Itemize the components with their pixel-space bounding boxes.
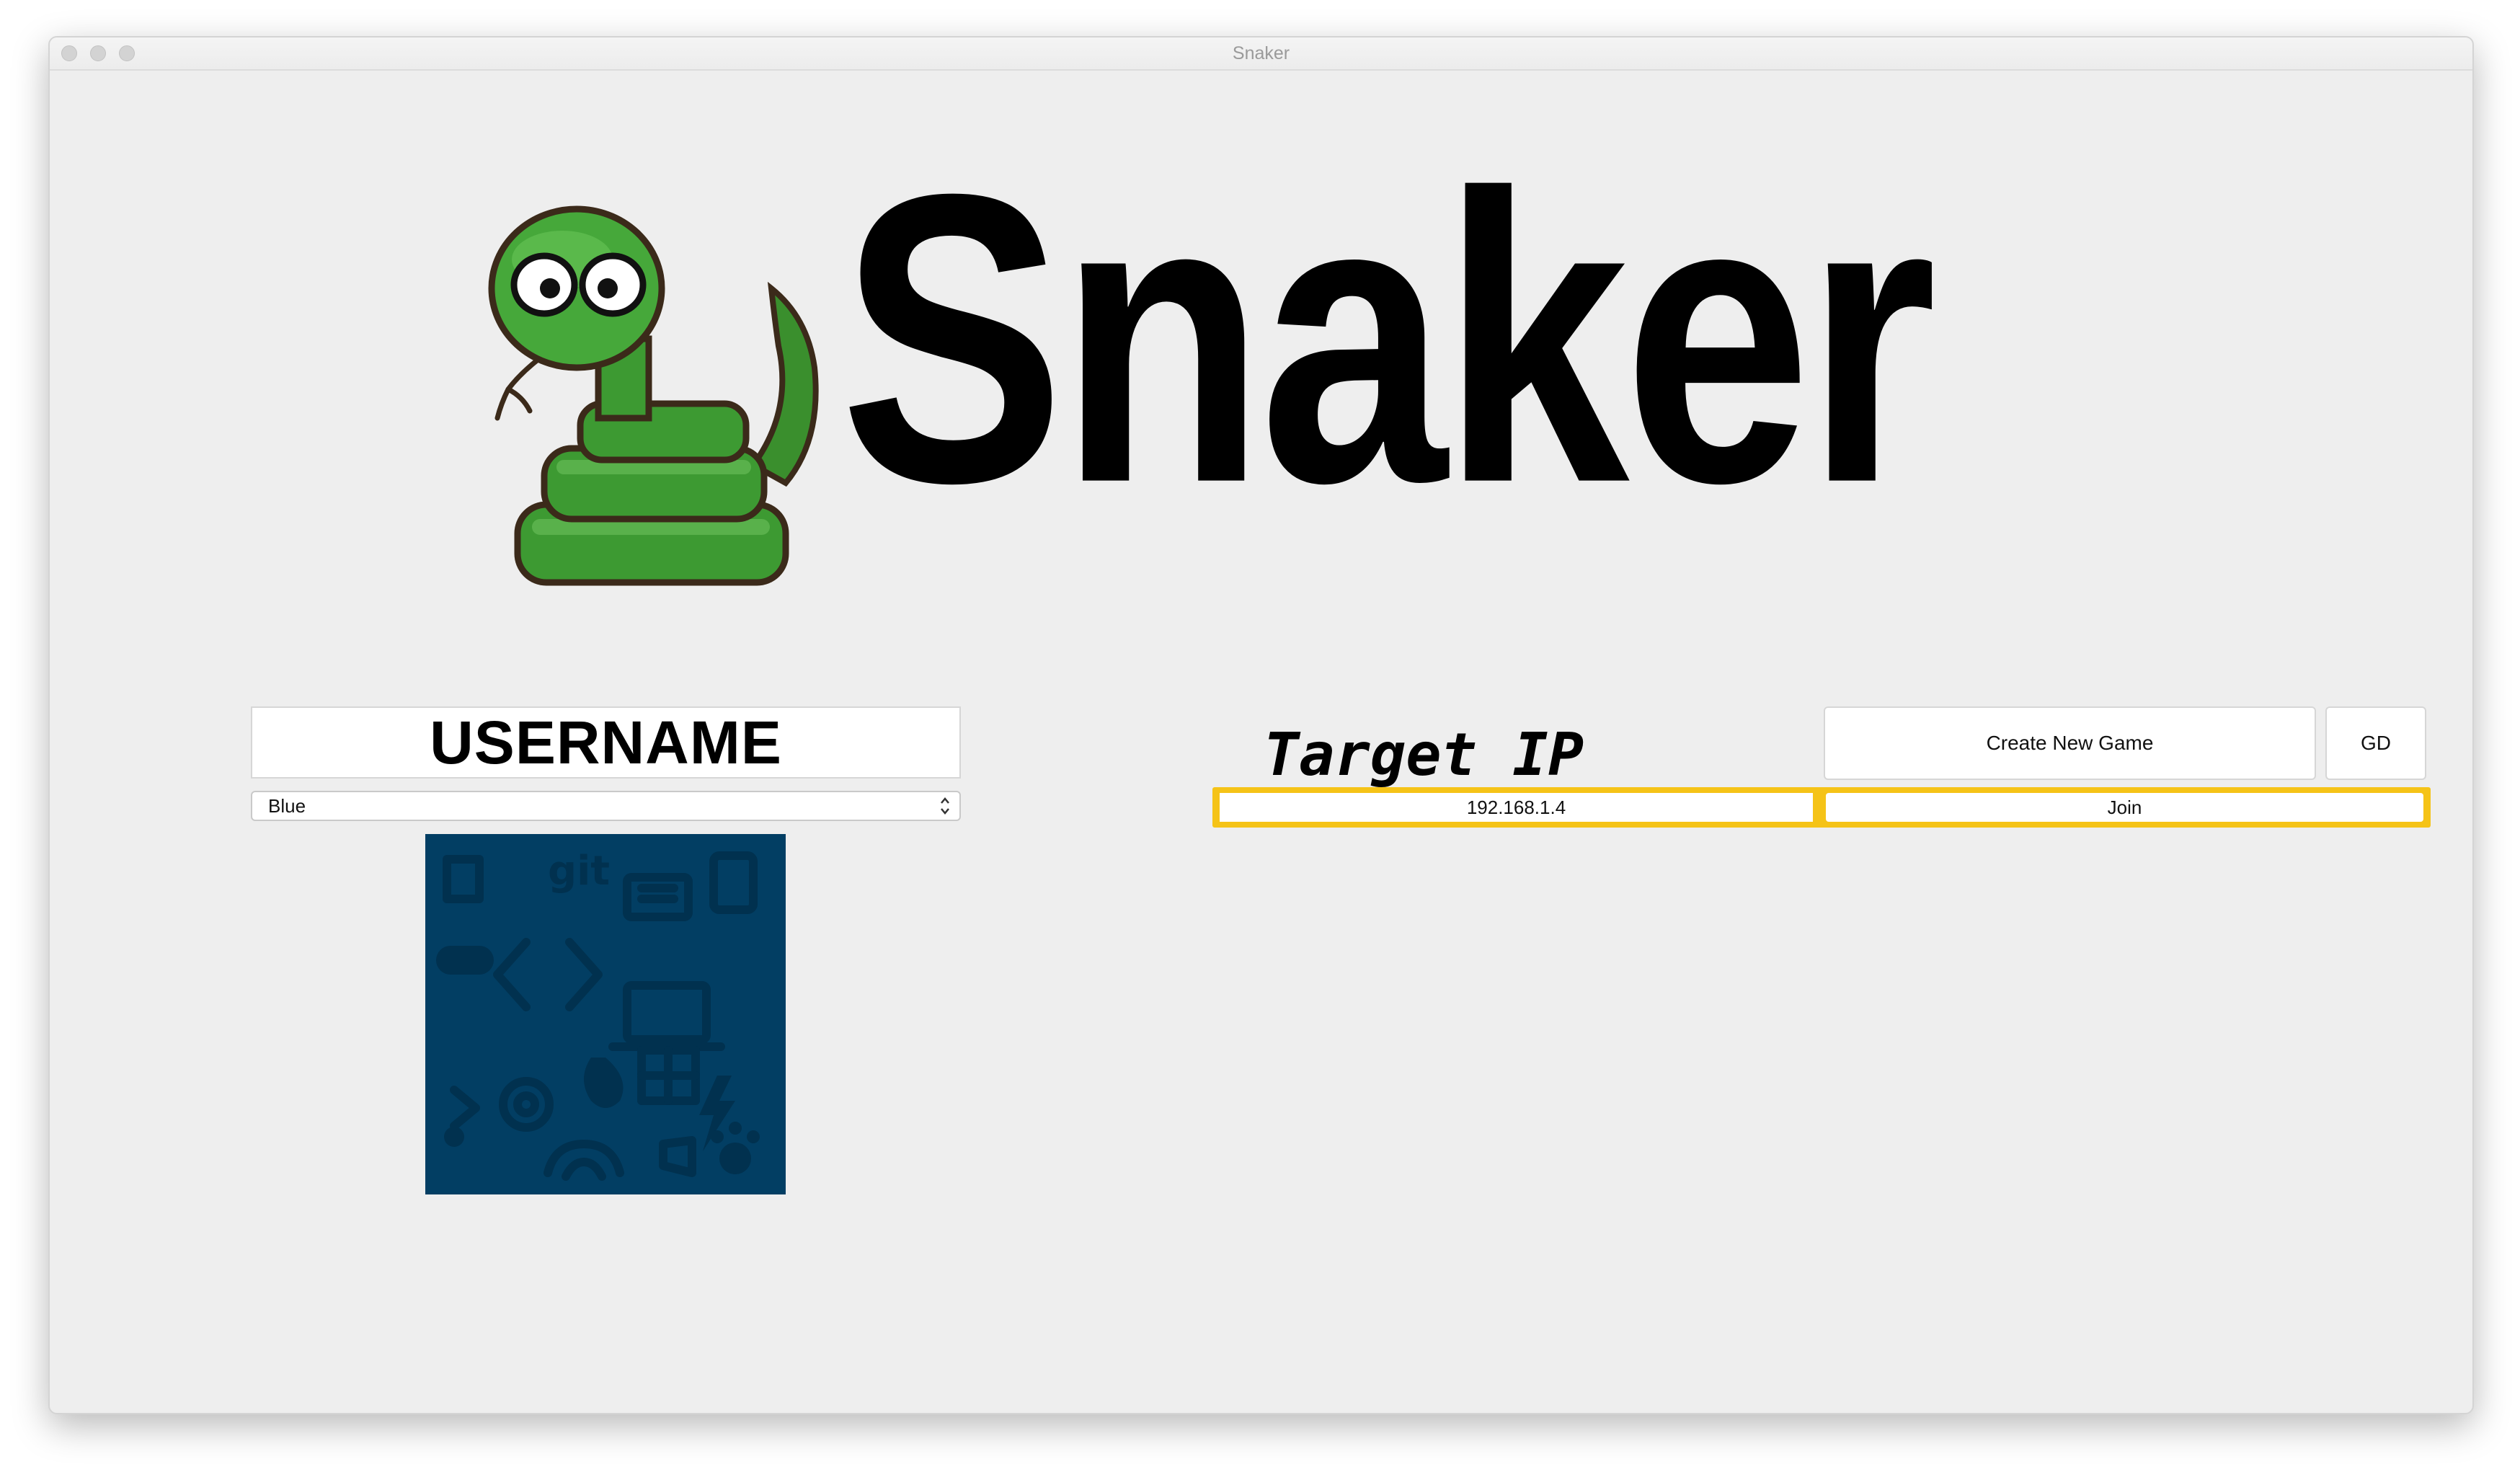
window-title: Snaker: [1232, 43, 1290, 63]
snake-color-preview: git: [425, 834, 786, 1194]
username-input[interactable]: USERNAME: [251, 706, 961, 779]
target-ip-input[interactable]: 192.168.1.4: [1220, 793, 1813, 822]
svg-text:git: git: [548, 848, 610, 895]
dev-icons-pattern-icon: git: [436, 848, 760, 1181]
color-select-value: Blue: [268, 795, 306, 817]
create-new-game-button[interactable]: Create New Game: [1824, 706, 2316, 780]
title-bar: Snaker: [50, 37, 2472, 71]
target-ip-label: Target IP: [1263, 721, 1584, 789]
color-select[interactable]: Blue: [251, 791, 961, 821]
snake-mascot-icon: [469, 180, 872, 591]
app-name-heading: Snaker: [840, 109, 1937, 569]
chevron-up-down-icon: [941, 797, 949, 815]
join-button[interactable]: Join: [1826, 793, 2423, 822]
gd-button[interactable]: GD: [2325, 706, 2426, 780]
